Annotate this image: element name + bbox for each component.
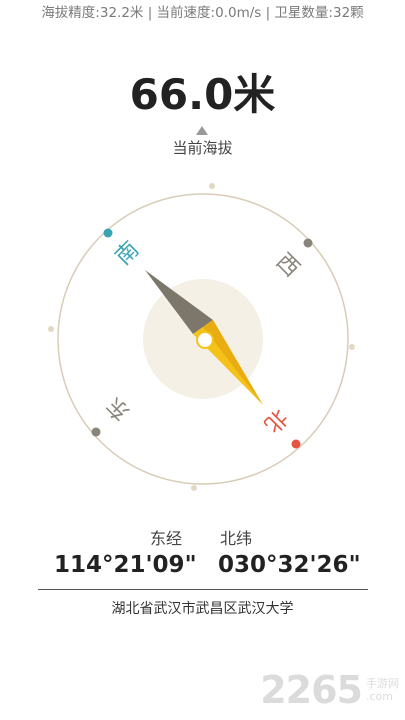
coordinate-labels: 东经 北纬 [0, 525, 405, 549]
site-watermark: 2265 手游网 .com [260, 668, 399, 712]
address-text: 湖北省武汉市武昌区武汉大学 [111, 601, 294, 617]
direction-south: 南 [111, 237, 144, 270]
status-bar: 海拔精度:32.2米 | 当前速度:0.0m/s | 卫星数量:32颗 [41, 5, 364, 21]
watermark-number: 2265 [260, 668, 363, 712]
latitude-label: 北纬 [220, 529, 253, 548]
watermark-site: 手游网 [366, 677, 399, 690]
needle-pivot [196, 331, 214, 349]
watermark-suffix: .com [366, 690, 393, 703]
east-marker [91, 427, 101, 437]
north-marker [291, 439, 301, 449]
altitude-pointer-icon [196, 126, 208, 135]
longitude-label: 东经 [150, 529, 183, 548]
coordinate-values: 114°21'09" 030°32'26" [0, 552, 405, 586]
longitude-value: 114°21'09" [54, 552, 197, 578]
west-marker [303, 238, 313, 248]
altitude-value: 66.0米 [129, 70, 276, 119]
compass-dial: 南 西 东 北 [48, 183, 355, 491]
divider [38, 589, 368, 590]
tick-dot [191, 485, 197, 491]
tick-dot [209, 183, 215, 189]
south-marker [103, 228, 113, 238]
altitude-label: 当前海拔 [172, 139, 233, 157]
tick-dot [48, 326, 54, 332]
direction-east: 东 [102, 392, 135, 425]
latitude-value: 030°32'26" [218, 552, 361, 578]
tick-dot [349, 344, 355, 350]
direction-west: 西 [271, 249, 304, 282]
watermark-text: 手游网 .com [366, 677, 399, 703]
direction-north: 北 [259, 404, 292, 437]
